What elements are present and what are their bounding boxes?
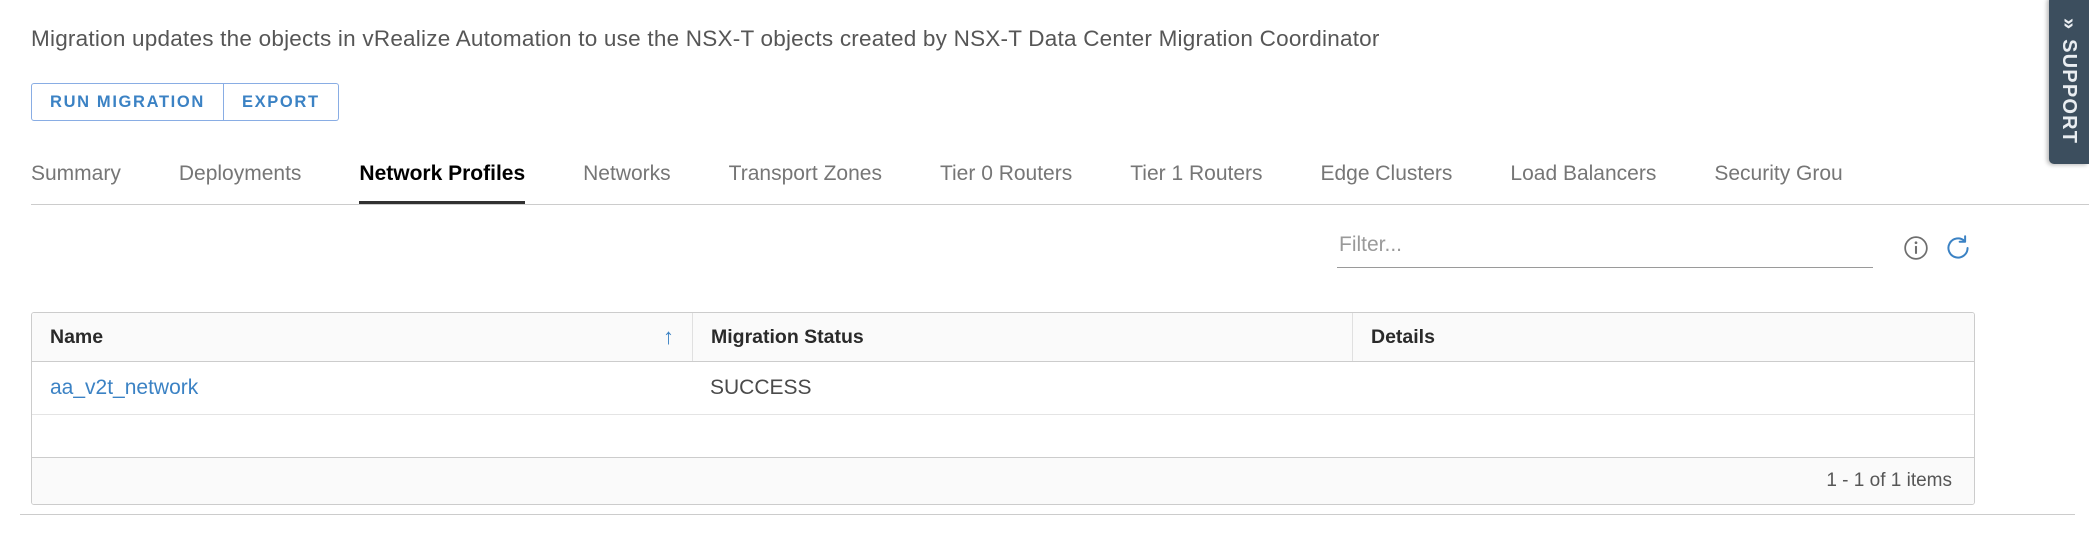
datagrid-footer: 1 - 1 of 1 items [32,458,1974,504]
sort-ascending-icon[interactable]: ↑ [663,326,674,348]
filter-field[interactable] [1337,228,1873,268]
run-migration-button[interactable]: RUN MIGRATION [31,83,224,121]
column-header-migration-status-label: Migration Status [711,325,864,348]
tab-edge-clusters[interactable]: Edge Clusters [1321,157,1453,204]
migration-page: Migration updates the objects in vRealiz… [0,0,2089,550]
datagrid-header-row: Name ↑ Migration Status Details [32,313,1974,362]
datagrid-empty-space [32,415,1974,458]
cell-details [1352,362,1974,414]
tab-bar: Summary Deployments Network Profiles Net… [31,157,2089,205]
tab-security-groups[interactable]: Security Grou [1714,157,1842,204]
tab-tier-1-routers[interactable]: Tier 1 Routers [1130,157,1262,204]
tab-tier-0-routers[interactable]: Tier 0 Routers [940,157,1072,204]
page-description: Migration updates the objects in vRealiz… [31,26,1380,51]
tab-transport-zones[interactable]: Transport Zones [729,157,882,204]
tab-network-profiles[interactable]: Network Profiles [359,157,526,204]
column-header-details[interactable]: Details [1352,313,1974,361]
table-row[interactable]: aa_v2t_network SUCCESS [32,362,1974,415]
tab-summary[interactable]: Summary [31,157,121,204]
filter-input[interactable] [1337,232,1873,263]
info-circle-icon[interactable] [1899,231,1933,265]
column-header-name-label: Name [50,325,104,348]
support-tab-inner: « SUPPORT [2058,16,2081,143]
support-tab[interactable]: « SUPPORT [2049,0,2089,164]
export-button[interactable]: EXPORT [223,83,339,121]
bottom-divider [20,514,2075,515]
tab-load-balancers[interactable]: Load Balancers [1510,157,1656,204]
tab-deployments[interactable]: Deployments [179,157,302,204]
refresh-icon[interactable] [1941,231,1975,265]
double-chevron-icon: « [2057,16,2080,29]
column-header-details-label: Details [1371,325,1435,348]
tab-networks[interactable]: Networks [583,157,671,204]
cell-migration-status: SUCCESS [710,376,812,399]
column-header-migration-status[interactable]: Migration Status [692,313,1352,361]
cell-name: aa_v2t_network [32,362,692,414]
item-count-label: 1 - 1 of 1 items [1826,470,1952,491]
action-button-group: RUN MIGRATION EXPORT [31,83,339,121]
migration-datagrid: Name ↑ Migration Status Details aa_v2t_n… [31,312,1975,505]
network-profile-link[interactable]: aa_v2t_network [50,376,198,400]
column-header-name[interactable]: Name ↑ [32,313,692,361]
filter-row [31,222,1975,274]
support-tab-label: SUPPORT [2058,38,2081,144]
